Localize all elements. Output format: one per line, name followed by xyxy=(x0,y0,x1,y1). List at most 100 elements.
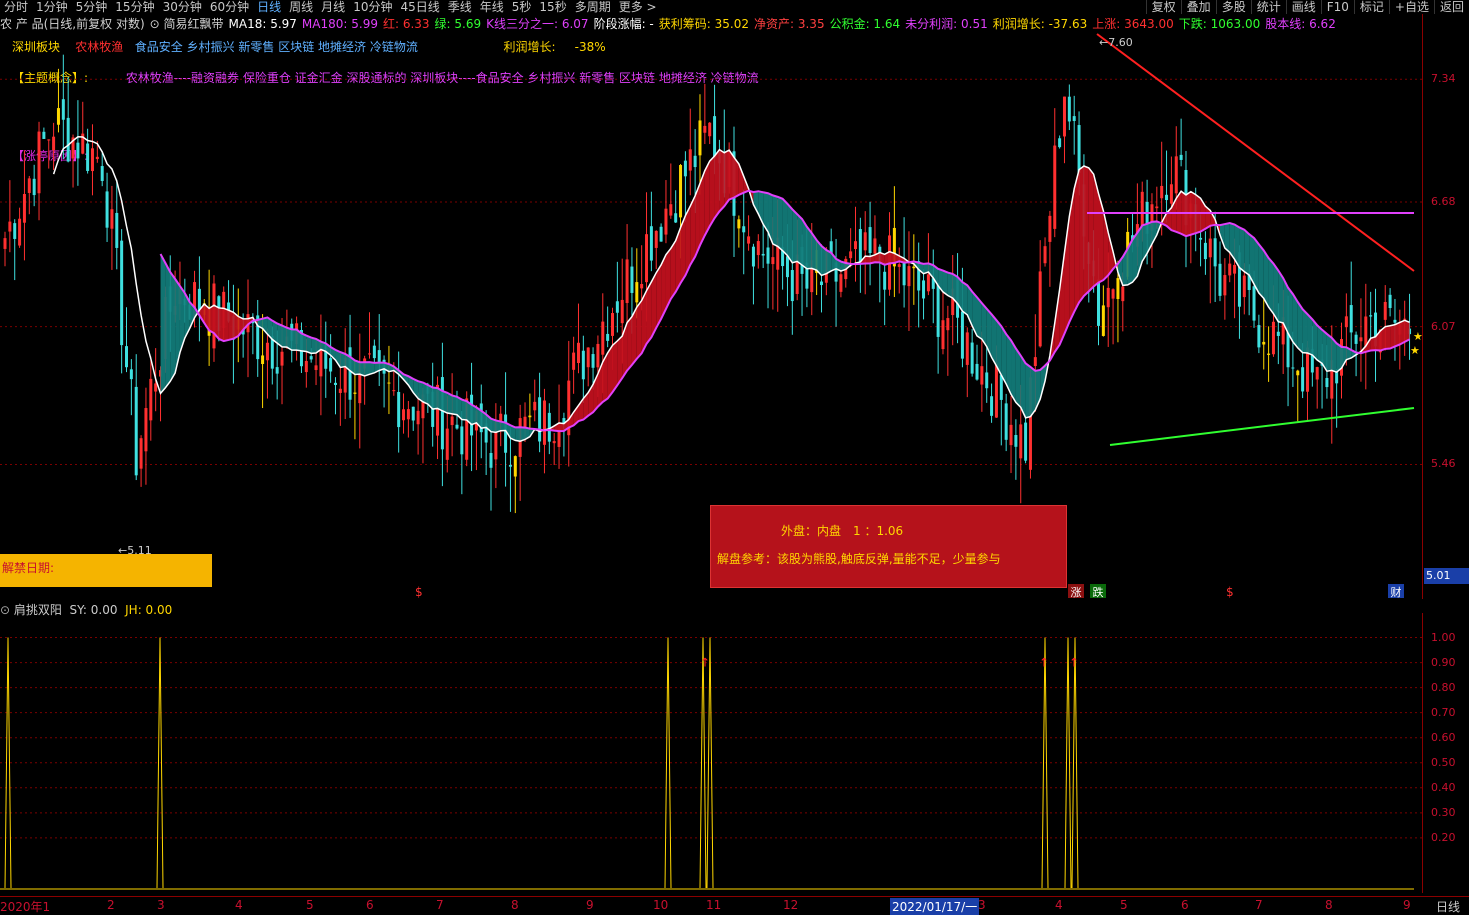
date-tick-label: 4 xyxy=(235,898,243,912)
candle-body xyxy=(450,416,454,426)
period-tab[interactable]: 30分钟 xyxy=(159,0,206,14)
candle-body xyxy=(941,320,945,350)
candle-body xyxy=(936,283,940,337)
event-marker-dollar[interactable]: $ xyxy=(1226,585,1234,599)
ribbon-segment xyxy=(826,250,832,274)
candle-body xyxy=(42,131,46,139)
candle-body xyxy=(1301,367,1305,392)
candle-body xyxy=(625,259,629,304)
period-tab[interactable]: 5分钟 xyxy=(72,0,112,14)
candle-body xyxy=(304,360,308,373)
candle-body xyxy=(1106,287,1110,308)
period-tab[interactable]: 45日线 xyxy=(396,0,443,14)
candle-body xyxy=(368,353,371,355)
period-tab[interactable]: 多周期 xyxy=(571,0,615,14)
candle-body xyxy=(1140,191,1144,227)
event-marker-dollar[interactable]: $ xyxy=(415,585,423,599)
star-icon: ★ xyxy=(1413,330,1422,343)
period-tab[interactable]: 15分钟 xyxy=(111,0,158,14)
candle-body xyxy=(280,351,284,366)
candle-body xyxy=(542,400,546,445)
ribbon-segment xyxy=(1030,366,1036,417)
fall-marker[interactable]: 跌 xyxy=(1090,584,1106,599)
candle-body xyxy=(95,156,99,160)
candle-body xyxy=(508,464,512,467)
candle-body xyxy=(1276,331,1280,336)
buy-sell-ratio: 外盘：内盘 1 ：1.06 xyxy=(781,524,904,538)
candle-body xyxy=(1067,96,1071,122)
period-tab[interactable]: 月线 xyxy=(317,0,349,14)
period-tab[interactable]: 1分钟 xyxy=(32,0,72,14)
candle-body xyxy=(134,386,138,476)
date-tick-label: 3 xyxy=(978,898,986,912)
date-tick-label: 7 xyxy=(436,898,444,912)
toolbar-button[interactable]: 画线 xyxy=(1285,0,1321,14)
candle-body xyxy=(615,301,619,313)
ribbon-segment xyxy=(782,198,788,256)
candle-body xyxy=(1383,301,1387,320)
up-arrow-icon: ↑ xyxy=(1039,656,1049,670)
candle-body xyxy=(1369,315,1373,317)
sub-chart[interactable]: ↑ ↑ ↑ xyxy=(0,613,1422,896)
toolbar-button[interactable]: 返回 xyxy=(1433,0,1469,14)
candle-body xyxy=(596,343,600,368)
period-tab[interactable]: 10分钟 xyxy=(349,0,396,14)
ribbon-segment xyxy=(165,263,171,388)
toolbar-button[interactable]: 复权 xyxy=(1145,0,1181,14)
candle-body xyxy=(659,226,663,242)
ribbon-segment xyxy=(170,272,176,382)
sub-tick-label: 0.50 xyxy=(1431,755,1456,769)
period-tab[interactable]: 年线 xyxy=(476,0,508,14)
candle-body xyxy=(819,281,823,286)
period-tab[interactable]: 周线 xyxy=(285,0,317,14)
ribbon-segment xyxy=(714,149,720,219)
candle-body xyxy=(674,213,678,223)
candle-body xyxy=(372,345,376,359)
ribbon-segment xyxy=(452,395,457,415)
candle-body xyxy=(649,226,653,261)
date-tick-label: 12 xyxy=(783,898,799,912)
period-tab[interactable]: 60分钟 xyxy=(206,0,253,14)
candle-body xyxy=(751,246,755,267)
candle-body xyxy=(1359,337,1363,342)
ribbon-segment xyxy=(1079,166,1084,303)
candle-body xyxy=(926,274,930,292)
date-tick-label: 9 xyxy=(586,898,594,912)
ribbon-segment xyxy=(1244,229,1250,276)
candle-body xyxy=(683,160,687,177)
toolbar-button[interactable]: 叠加 xyxy=(1180,0,1216,14)
toolbar-button[interactable]: 多股 xyxy=(1215,0,1251,14)
candle-body xyxy=(654,230,658,248)
candle-body xyxy=(713,116,717,159)
candle-body xyxy=(513,456,517,477)
period-tab[interactable]: 5秒 xyxy=(508,0,536,14)
trade-info-box: 外盘：内盘 1 ：1.06 解盘参考：该股为熊股,触底反弹,量能不足，少量参与 xyxy=(710,505,1067,588)
period-tab[interactable]: 日线 xyxy=(253,0,285,14)
period-tab[interactable]: 季线 xyxy=(444,0,476,14)
candle-body xyxy=(56,108,60,125)
candle-body xyxy=(1062,96,1066,137)
rise-marker[interactable]: 涨 xyxy=(1068,584,1084,599)
toolbar-button[interactable]: +自选 xyxy=(1388,0,1434,14)
toolbar-button[interactable]: 统计 xyxy=(1250,0,1286,14)
candle-body xyxy=(591,354,595,368)
finance-marker[interactable]: 财 xyxy=(1388,584,1404,599)
candle-body xyxy=(1364,316,1368,348)
ribbon-segment xyxy=(442,391,448,414)
period-tab[interactable]: 分时 xyxy=(0,0,32,14)
candle-body xyxy=(1296,370,1300,376)
candle-body xyxy=(1223,275,1227,296)
ribbon-segment xyxy=(160,254,166,394)
candle-body xyxy=(1038,271,1042,347)
candle-body xyxy=(66,117,70,162)
candle-body xyxy=(129,369,133,380)
period-tab[interactable]: 更多 > xyxy=(615,0,661,14)
candle-body xyxy=(858,229,862,263)
toolbar-button[interactable]: 标记 xyxy=(1353,0,1389,14)
ribbon-segment xyxy=(282,325,287,348)
date-tick-label: 3 xyxy=(157,898,165,912)
toolbar-button[interactable]: F10 xyxy=(1320,0,1354,14)
candle-body xyxy=(975,363,979,380)
period-tab[interactable]: 15秒 xyxy=(535,0,570,14)
ribbon-segment xyxy=(209,305,214,334)
